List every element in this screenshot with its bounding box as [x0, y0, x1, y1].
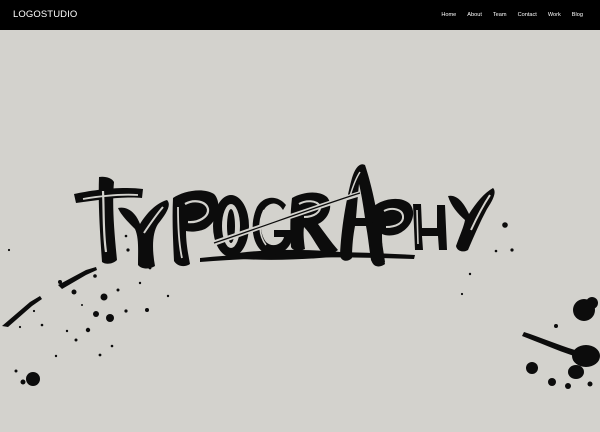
nav-team-link[interactable]: Team [493, 11, 507, 19]
typography-letters [74, 164, 495, 269]
top-navbar: LOGOSTUDIO Home About Team Contact Work … [0, 0, 600, 30]
nav-contact-link[interactable]: Contact [518, 11, 537, 19]
hero-section [0, 30, 600, 432]
nav-blog-link[interactable]: Blog [572, 11, 583, 19]
nav-work-link[interactable]: Work [548, 11, 561, 19]
nav-about-link[interactable]: About [467, 11, 482, 19]
main-nav: Home About Team Contact Work Blog [430, 11, 583, 19]
site-logo[interactable]: LOGOSTUDIO [13, 9, 77, 21]
ink-splatter-right [460, 222, 600, 389]
typography-artwork [2, 164, 600, 389]
nav-home-link[interactable]: Home [441, 11, 456, 19]
